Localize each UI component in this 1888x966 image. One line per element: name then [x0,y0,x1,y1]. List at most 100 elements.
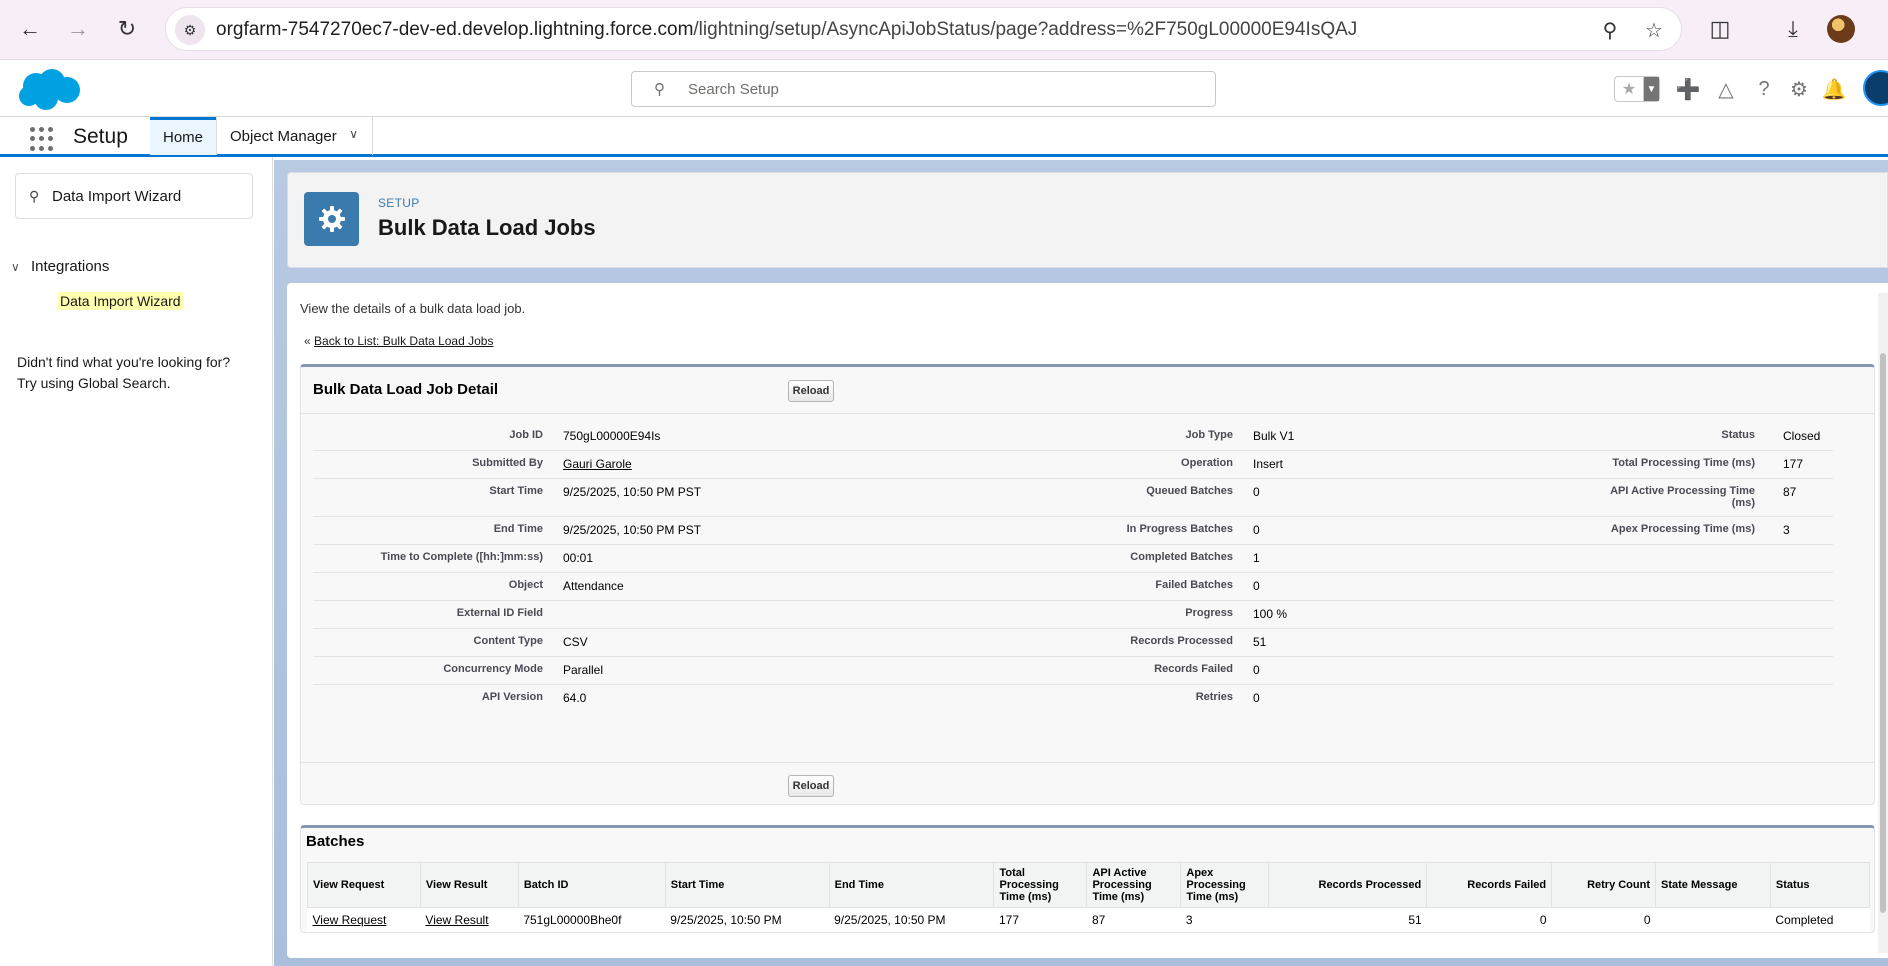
back-to-list-link[interactable]: Back to List: Bulk Data Load Jobs [314,334,493,348]
favorites-button[interactable]: ★ ▼ [1614,76,1660,102]
detail-value: 9/25/2025, 10:50 PM PST [553,516,883,545]
column-header: Apex Processing Time (ms) [1180,862,1270,908]
view-request-link[interactable]: View Request [313,913,387,927]
reload-button-bottom[interactable]: Reload [788,775,834,797]
forward-icon[interactable]: → [63,14,93,44]
job-detail-section: Bulk Data Load Job Detail Reload Job ID 7… [300,364,1875,805]
detail-value: 51 [1243,628,1593,657]
detail-label: Time to Complete ([hh:]mm:ss) [313,544,553,573]
chevron-down-icon[interactable]: ∨ [349,127,358,141]
detail-row: Job ID 750gL00000E94Is Job Type Bulk V1 Stat… [313,423,1833,451]
app-launcher-icon[interactable] [30,127,54,151]
detail-value [1773,656,1833,685]
scrollbar-thumb[interactable] [1880,353,1886,913]
detail-value [1773,685,1833,713]
detail-label: Operation [883,450,1243,479]
reload-button-top[interactable]: Reload [788,380,834,402]
divider [301,413,1874,414]
trailhead-icon[interactable]: △ [1713,76,1739,102]
quick-find-input[interactable]: ⚲ Data Import Wizard [15,173,253,219]
page-title: Bulk Data Load Jobs [378,215,596,240]
url-host: orgfarm-7547270ec7-dev-ed.develop.lightn… [216,19,694,40]
detail-value [1773,628,1833,657]
tree-item-data-import-wizard[interactable]: Data Import Wizard [58,292,183,310]
app-name: Setup [73,125,128,148]
tab-home[interactable]: Home [150,117,216,155]
detail-value [1773,544,1833,573]
column-header: Records Failed [1426,862,1553,908]
setup-tree-sidebar: ⚲ Data Import Wizard ∨ Integrations Data … [0,157,273,966]
detail-value: 0 [1243,656,1593,685]
table-cell: 87 [1086,907,1181,933]
detail-label: Concurrency Mode [313,656,553,685]
detail-row: Time to Complete ([hh:]mm:ss) 00:01 Comple… [313,544,1833,573]
main-area: SETUP Bulk Data Load Jobs View the detai… [274,160,1888,966]
bookmark-star-icon[interactable]: ☆ [1640,16,1668,44]
detail-label: API Active Processing Time (ms) [1593,478,1773,517]
chevron-down-icon[interactable]: ▼ [1643,77,1659,101]
detail-row: End Time 9/25/2025, 10:50 PM PST In Progre… [313,516,1833,545]
table-cell: 9/25/2025, 10:50 PM [665,907,830,933]
detail-value: 00:01 [553,544,883,573]
tab-object-manager-label: Object Manager [230,127,337,145]
column-header: API Active Processing Time (ms) [1086,862,1182,908]
detail-label: Progress [883,600,1243,629]
page-description: View the details of a bulk data load job… [300,301,526,316]
detail-label: Content Type [313,628,553,657]
bell-icon[interactable]: 🔔 [1821,76,1847,102]
detail-label [1593,685,1773,713]
detail-value: Parallel [553,656,883,685]
column-header: Batch ID [517,862,666,908]
page-header: SETUP Bulk Data Load Jobs [287,172,1888,268]
detail-row: Start Time 9/25/2025, 10:50 PM PST Queued … [313,478,1833,517]
tree-group-integrations[interactable]: ∨ Integrations [11,258,109,275]
detail-row: Submitted By Gauri Garole Operation Insert T… [313,450,1833,479]
detail-row: Content Type CSV Records Processed 51 [313,628,1833,657]
content-panel: View the details of a bulk data load job… [287,283,1888,958]
site-info-icon[interactable]: ⚙ [175,15,205,45]
address-bar[interactable]: ⚙ orgfarm-7547270ec7-dev-ed.develop.ligh… [165,7,1682,51]
detail-value [1773,572,1833,601]
star-icon[interactable]: ★ [1615,77,1643,101]
quick-find-value: Data Import Wizard [52,188,182,205]
detail-value [1773,600,1833,629]
salesforce-logo[interactable] [16,68,82,112]
help-icon[interactable]: ? [1751,76,1777,102]
search-icon: ⚲ [29,188,40,204]
detail-title: Bulk Data Load Job Detail [313,381,499,398]
detail-label [1593,600,1773,629]
profile-avatar[interactable] [1827,15,1855,43]
url-text[interactable]: orgfarm-7547270ec7-dev-ed.develop.lightn… [216,19,1357,41]
search-setup-input[interactable]: ⚲ Search Setup [631,71,1216,107]
column-header: View Request [307,862,421,908]
reload-icon[interactable]: ↻ [112,14,142,44]
detail-value: 0 [1243,516,1593,545]
not-found-line1: Didn't find what you're looking for? [17,354,231,370]
back-icon[interactable]: ← [15,14,45,44]
scrollbar[interactable] [1878,293,1888,953]
detail-label: Start Time [313,478,553,517]
table-cell: 177 [993,907,1087,933]
detail-row: External ID Field Progress 100 % [313,600,1833,629]
view-result-link[interactable]: View Result [425,913,488,927]
detail-label [1593,572,1773,601]
user-avatar[interactable] [1863,70,1888,106]
gear-icon[interactable]: ⚙ [1786,76,1812,102]
submitted-by-link[interactable]: Gauri Garole [563,457,632,471]
download-icon[interactable]: ⤓ [1778,14,1808,44]
tab-object-manager[interactable]: Object Manager ∨ [216,117,373,155]
detail-value: 3 [1773,516,1833,545]
zoom-icon[interactable]: ⚲ [1596,16,1624,44]
table-cell: 0 [1426,907,1552,933]
add-icon[interactable]: ➕ [1675,76,1701,102]
extensions-icon[interactable]: ◫ [1705,14,1735,44]
detail-value: CSV [553,628,883,657]
detail-label: Job Type [883,423,1243,451]
detail-value: Attendance [553,572,883,601]
detail-label: Records Failed [883,656,1243,685]
detail-value [553,600,883,629]
column-header: State Message [1655,862,1771,908]
chevron-down-icon[interactable]: ∨ [11,260,31,274]
column-header: Records Processed [1268,862,1428,908]
detail-value: 64.0 [563,691,587,705]
